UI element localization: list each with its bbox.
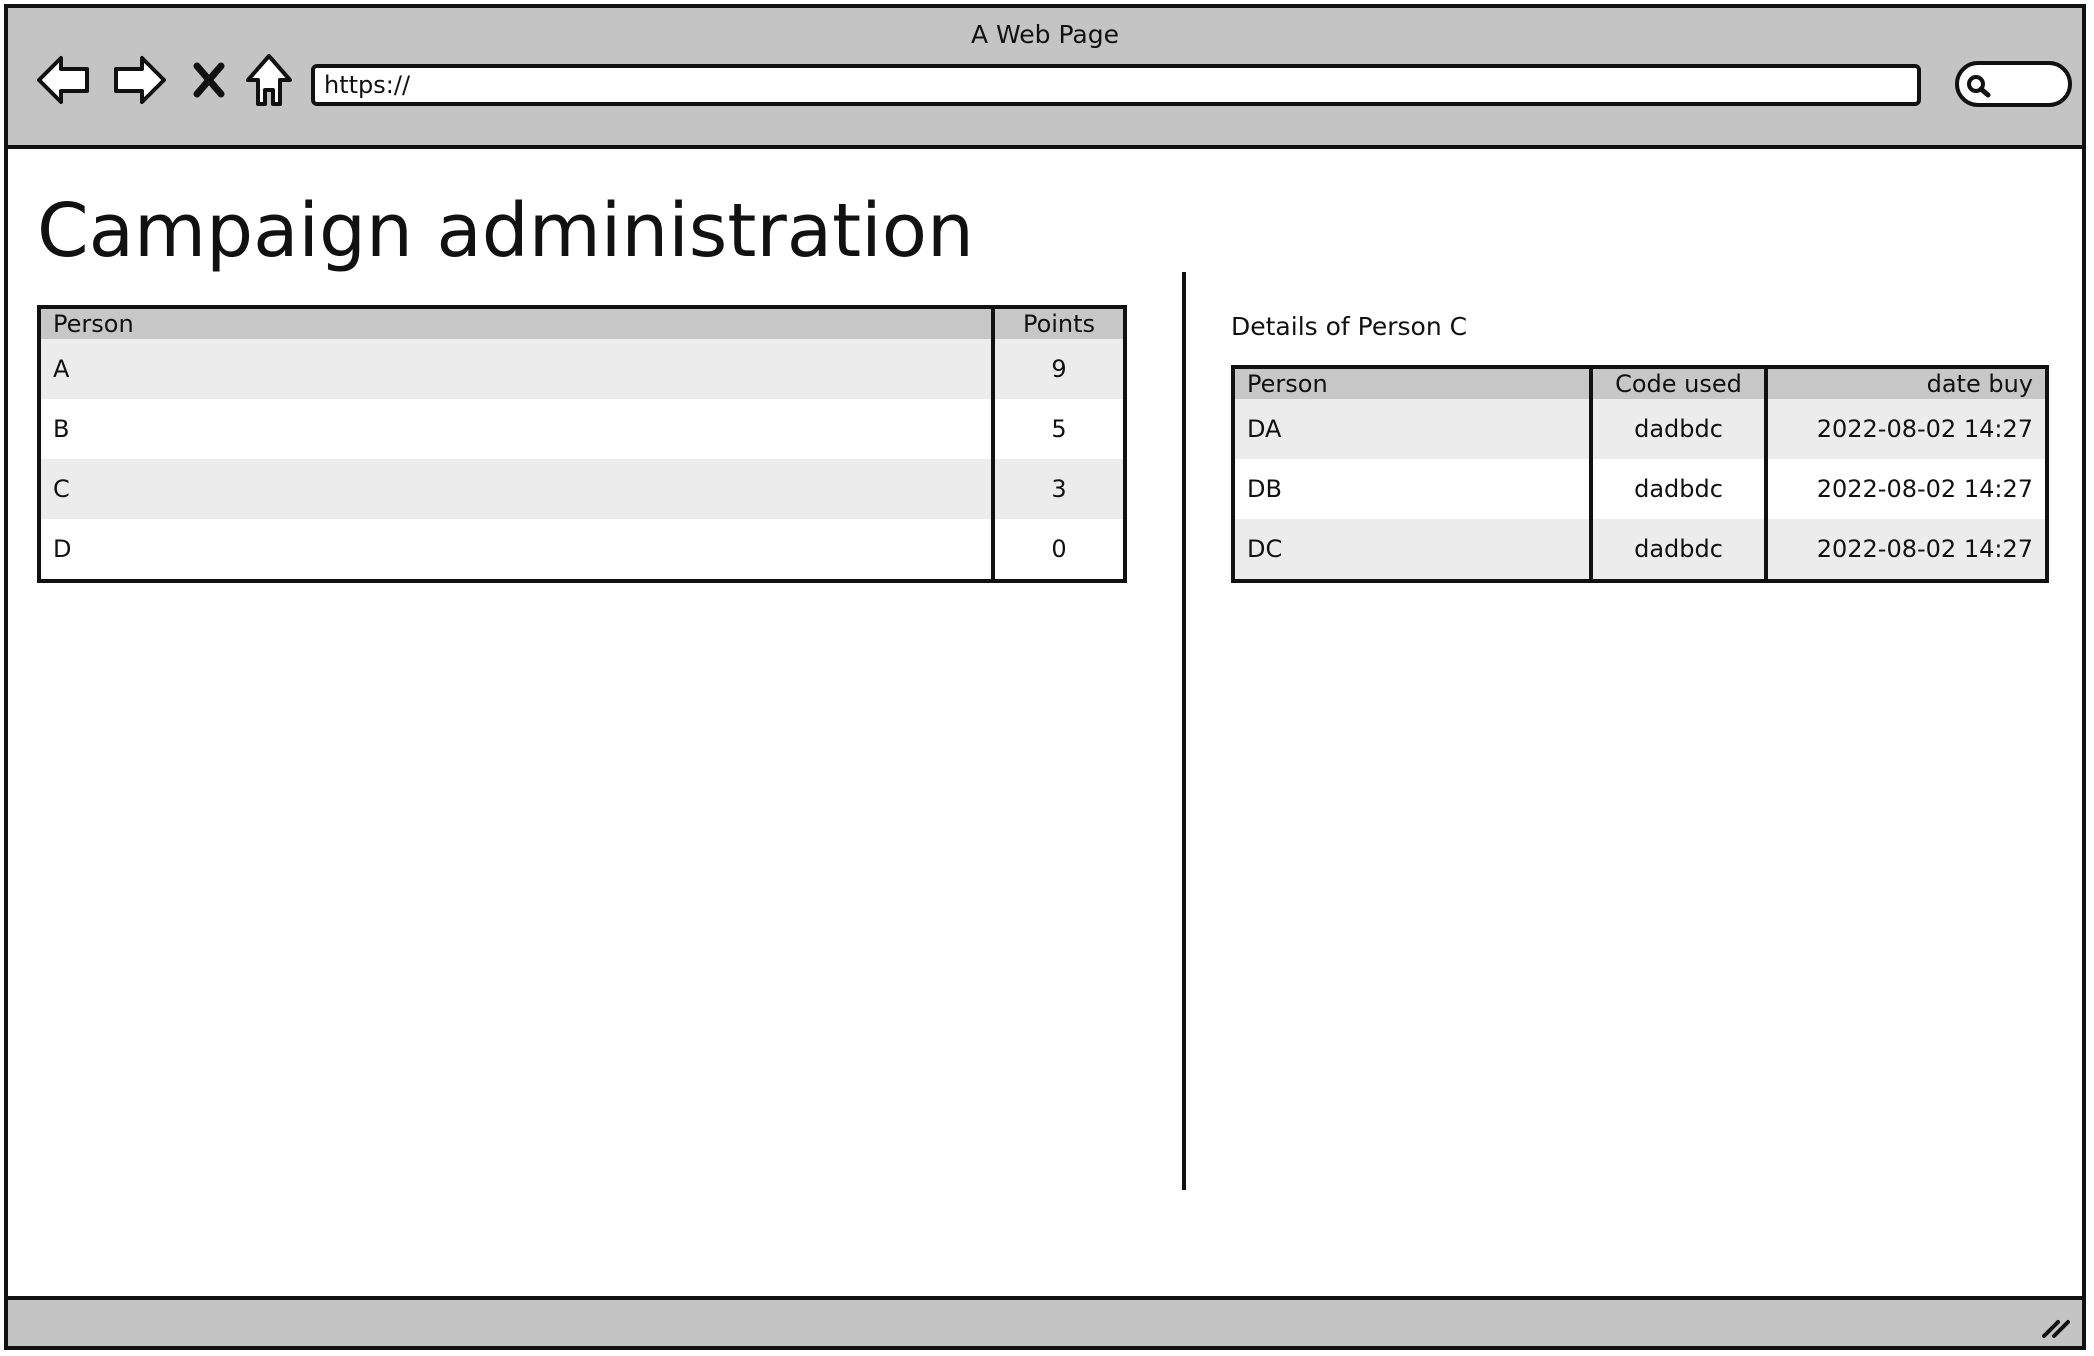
cell-points: 9: [991, 339, 1125, 399]
column-header-person[interactable]: Person: [1233, 367, 1591, 399]
cell-person: DB: [1233, 459, 1591, 519]
cell-person: DC: [1233, 519, 1591, 581]
search-field[interactable]: [1955, 61, 2072, 107]
cell-person: A: [39, 339, 993, 399]
cell-person: B: [39, 399, 993, 459]
details-heading: Details of Person C: [1231, 312, 1468, 341]
cell-date-buy: 2022-08-02 14:27: [1764, 459, 2047, 519]
column-header-points[interactable]: Points: [991, 307, 1125, 339]
cell-points: 3: [991, 459, 1125, 519]
cell-person: DA: [1233, 399, 1591, 459]
table-row[interactable]: DC dadbdc 2022-08-02 14:27: [1233, 519, 2047, 581]
table-header-row: Person Code used date buy: [1233, 367, 2047, 399]
column-header-person[interactable]: Person: [39, 307, 993, 339]
table-row[interactable]: C 3: [39, 459, 1125, 519]
cell-date-buy: 2022-08-02 14:27: [1764, 519, 2047, 581]
home-icon[interactable]: [241, 50, 297, 110]
cell-points: 0: [991, 519, 1125, 581]
column-header-code-used[interactable]: Code used: [1589, 367, 1766, 399]
panel-divider: [1182, 272, 1186, 1190]
resize-grip-icon[interactable]: [2040, 1312, 2074, 1340]
points-table: Person Points A 9 B 5 C 3 D 0: [37, 305, 1127, 583]
table-row[interactable]: A 9: [39, 339, 1125, 399]
cell-person: D: [39, 519, 993, 581]
cell-date-buy: 2022-08-02 14:27: [1764, 399, 2047, 459]
search-icon: [1967, 75, 1991, 98]
cell-person: C: [39, 459, 993, 519]
back-arrow-icon[interactable]: [34, 50, 94, 110]
details-table: Person Code used date buy DA dadbdc 2022…: [1231, 365, 2049, 583]
window-title: A Web Page: [970, 20, 1120, 49]
page-title: Campaign administration: [37, 188, 974, 274]
table-row[interactable]: D 0: [39, 519, 1125, 581]
cell-code-used: dadbdc: [1589, 459, 1766, 519]
column-header-date-buy[interactable]: date buy: [1764, 367, 2047, 399]
cell-points: 5: [991, 399, 1125, 459]
cell-code-used: dadbdc: [1589, 519, 1766, 581]
cell-code-used: dadbdc: [1589, 399, 1766, 459]
browser-toolbar: A Web Page https://: [8, 8, 2082, 149]
table-row[interactable]: B 5: [39, 399, 1125, 459]
forward-arrow-icon[interactable]: [109, 50, 169, 110]
table-row[interactable]: DB dadbdc 2022-08-02 14:27: [1233, 459, 2047, 519]
table-header-row: Person Points: [39, 307, 1125, 339]
close-icon[interactable]: [188, 50, 230, 110]
browser-window: A Web Page https:// Campaign administrat…: [4, 4, 2086, 1350]
address-bar[interactable]: https://: [311, 64, 1921, 106]
table-row[interactable]: DA dadbdc 2022-08-02 14:27: [1233, 399, 2047, 459]
status-bar: [8, 1296, 2082, 1346]
